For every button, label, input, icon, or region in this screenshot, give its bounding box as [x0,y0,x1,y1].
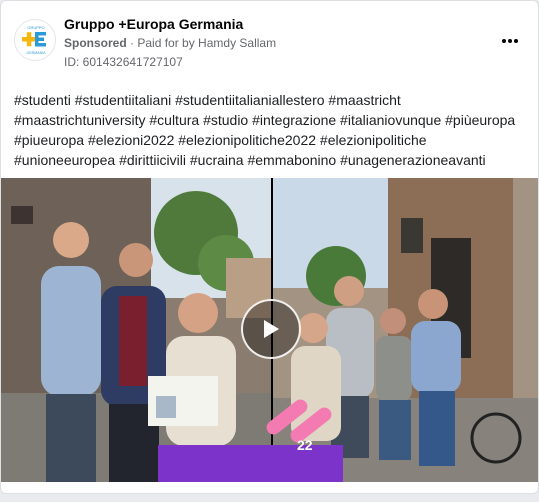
plus-europa-logo-icon: GRUPPO GERMANIA [22,25,46,55]
more-options-button[interactable] [498,31,522,51]
caption-line: #maastrichtuniversity #cultura #studio #… [14,112,516,128]
sponsored-label: Sponsored [64,36,127,50]
ad-post-card: GRUPPO GERMANIA Gruppo +Europa Germania … [0,0,539,494]
caption-line: #piueuropa #elezioni2022 #elezionipoliti… [14,132,427,148]
video-poster-badge: 22 [297,437,313,453]
svg-text:GRUPPO: GRUPPO [27,25,44,30]
page-avatar[interactable]: GRUPPO GERMANIA [14,19,56,61]
play-icon [264,320,279,338]
post-header: GRUPPO GERMANIA Gruppo +Europa Germania … [1,1,538,81]
more-horizontal-icon [502,39,518,43]
play-button[interactable] [241,299,301,359]
post-caption: #studenti #studentiitaliani #studentiita… [14,90,529,170]
sponsored-line: Sponsored · Paid for by Hamdy Sallam [64,36,276,50]
paid-for-text: Paid for by Hamdy Sallam [137,36,277,50]
video-player[interactable]: 22 [1,178,538,482]
ad-id: ID: 601432641727107 [64,55,183,69]
page-name-link[interactable]: Gruppo +Europa Germania [64,16,243,32]
svg-text:GERMANIA: GERMANIA [26,51,46,55]
caption-line: #unioneeuropea #dirittiicivili #ucraina … [14,152,486,168]
caption-line: #studenti #studentiitaliani #studentiita… [14,92,401,108]
